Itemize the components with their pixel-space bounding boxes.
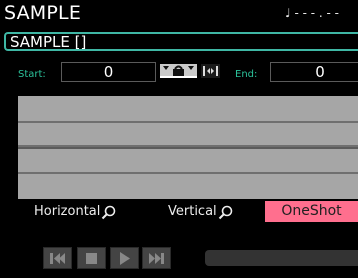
start-value: 0 — [103, 63, 114, 81]
screen-title: SAMPLE — [4, 2, 82, 24]
oneshot-button[interactable]: OneShot — [265, 201, 358, 222]
waveform-center-line — [18, 147, 358, 149]
sample-name-text: SAMPLE [] — [10, 33, 87, 51]
tempo-indicator: ♩ - - - . - - — [285, 6, 340, 20]
playback-progress-bar[interactable] — [205, 250, 358, 266]
stop-icon — [86, 253, 97, 264]
skip-back-button[interactable] — [43, 247, 72, 269]
waveform-divider — [18, 121, 358, 123]
stop-button[interactable] — [77, 247, 106, 269]
snap-icon[interactable] — [160, 64, 197, 78]
waveform-divider — [18, 172, 358, 174]
end-value: 0 — [315, 63, 325, 81]
zoom-icon — [218, 205, 232, 219]
start-label: Start: — [18, 69, 46, 80]
skip-back-icon — [50, 253, 65, 264]
fast-forward-icon — [149, 253, 164, 264]
horizontal-zoom-button[interactable]: Horizontal — [34, 204, 116, 220]
vertical-label: Vertical — [168, 204, 217, 219]
zoom-icon — [102, 205, 116, 219]
vertical-zoom-button[interactable]: Vertical — [168, 204, 233, 220]
horizontal-label: Horizontal — [34, 204, 101, 219]
play-button[interactable] — [110, 247, 139, 269]
fast-forward-button[interactable] — [142, 247, 171, 269]
waveform-display[interactable] — [18, 96, 358, 199]
play-icon — [120, 252, 130, 265]
end-label: End: — [235, 69, 258, 80]
play-mode-icon[interactable] — [201, 64, 220, 78]
